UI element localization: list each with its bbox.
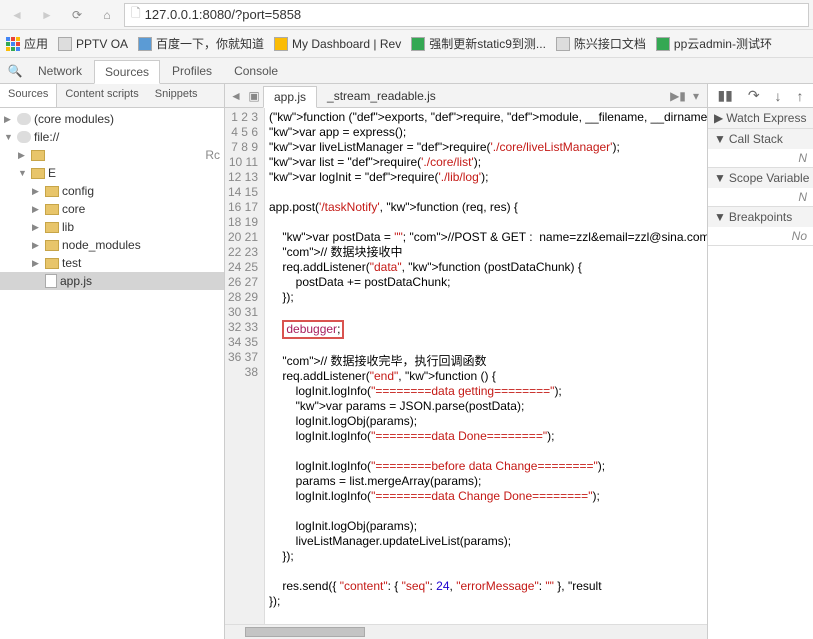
callstack-section: ▼Call Stack N — [708, 129, 813, 168]
more-icon[interactable]: ▾ — [687, 89, 705, 103]
nav-fwd-icon[interactable]: ▣ — [245, 89, 263, 103]
tab-profiles[interactable]: Profiles — [162, 60, 222, 82]
folder-icon — [31, 150, 45, 161]
watch-section: ▶Watch Express — [708, 108, 813, 129]
file-tab-appjs[interactable]: app.js — [263, 86, 317, 108]
tree-folder-node-modules[interactable]: ▶node_modules — [0, 236, 224, 254]
favicon — [556, 37, 570, 51]
breakpoints-section: ▼Breakpoints No — [708, 207, 813, 246]
apps-label: 应用 — [24, 35, 48, 52]
back-button[interactable]: ◄ — [4, 3, 30, 27]
bookmark-baidu[interactable]: 百度一下，你就知道 — [138, 35, 264, 52]
tree-file-root[interactable]: ▼file:// — [0, 128, 224, 146]
devtools-toolbar: 🔍 Network Sources Profiles Console — [0, 58, 813, 84]
file-tab-stream-readable[interactable]: _stream_readable.js — [317, 86, 446, 106]
favicon — [656, 37, 670, 51]
tree-file-appjs[interactable]: app.js — [0, 272, 224, 290]
reload-button[interactable]: ⟳ — [64, 3, 90, 27]
file-tabs: ◄ ▣ app.js _stream_readable.js ▶▮ ▾ — [225, 84, 707, 108]
line-gutter: 1 2 3 4 5 6 7 8 9 10 11 12 13 14 15 16 1… — [225, 108, 265, 624]
folder-icon — [45, 186, 59, 197]
tree-folder-lib[interactable]: ▶lib — [0, 218, 224, 236]
bookmark-pptv[interactable]: PPTV OA — [58, 37, 128, 51]
apps-button[interactable]: 应用 — [6, 35, 48, 52]
folder-icon — [31, 168, 45, 179]
favicon — [411, 37, 425, 51]
favicon — [274, 37, 288, 51]
cloud-icon — [17, 131, 31, 143]
step-into-icon[interactable]: ↓ — [775, 88, 782, 104]
favicon — [58, 37, 72, 51]
step-out-icon[interactable]: ↑ — [796, 88, 803, 104]
forward-button[interactable]: ► — [34, 3, 60, 27]
callstack-body: N — [708, 149, 813, 167]
step-over-icon[interactable]: ↷ — [748, 87, 760, 104]
code-content[interactable]: ("kw">function ("def">exports, "def">req… — [265, 108, 707, 624]
folder-icon — [45, 240, 59, 251]
folder-icon — [45, 204, 59, 215]
left-tabs: Sources Content scripts Snippets — [0, 84, 224, 108]
right-panel: ▮▮ ↷ ↓ ↑ ▶Watch Express ▼Call Stack N ▼S… — [707, 84, 813, 639]
scope-body: N — [708, 188, 813, 206]
page-icon: 🗋 — [131, 4, 141, 25]
bookmark-static9[interactable]: 强制更新static9到测... — [411, 35, 546, 52]
run-icon[interactable]: ▶▮ — [669, 89, 687, 103]
left-panel: Sources Content scripts Snippets ▶(core … — [0, 84, 225, 639]
search-icon[interactable]: 🔍 — [4, 61, 26, 81]
left-tab-sources[interactable]: Sources — [0, 84, 57, 107]
bookmark-dashboard[interactable]: My Dashboard | Rev — [274, 37, 401, 51]
tree-folder-blank[interactable]: ▶Rc — [0, 146, 224, 164]
url-text: 127.0.0.1:8080/?port=5858 — [145, 7, 802, 22]
bookmark-ppcloud[interactable]: pp云admin-测试环 — [656, 35, 772, 52]
tree-folder-test[interactable]: ▶test — [0, 254, 224, 272]
main-area: Sources Content scripts Snippets ▶(core … — [0, 84, 813, 639]
favicon — [138, 37, 152, 51]
bookmark-chenxing[interactable]: 陈兴接口文档 — [556, 35, 646, 52]
debug-toolbar: ▮▮ ↷ ↓ ↑ — [708, 84, 813, 108]
tree-folder-config[interactable]: ▶config — [0, 182, 224, 200]
scrollbar-thumb[interactable] — [245, 627, 365, 637]
tree-folder-core[interactable]: ▶core — [0, 200, 224, 218]
tab-console[interactable]: Console — [224, 60, 288, 82]
breakpoints-header[interactable]: ▼Breakpoints — [708, 207, 813, 227]
pause-icon[interactable]: ▮▮ — [717, 87, 732, 104]
cloud-icon — [17, 113, 31, 125]
center-panel: ◄ ▣ app.js _stream_readable.js ▶▮ ▾ 1 2 … — [225, 84, 707, 639]
apps-icon — [6, 37, 20, 51]
horizontal-scrollbar[interactable] — [225, 624, 707, 639]
tree-core-modules[interactable]: ▶(core modules) — [0, 110, 224, 128]
scope-section: ▼Scope Variable N — [708, 168, 813, 207]
file-icon — [45, 274, 57, 288]
left-tab-content-scripts[interactable]: Content scripts — [57, 84, 146, 107]
breakpoints-body: No — [708, 227, 813, 245]
watch-header[interactable]: ▶Watch Express — [708, 108, 813, 128]
folder-icon — [45, 258, 59, 269]
bookmarks-bar: 应用 PPTV OA 百度一下，你就知道 My Dashboard | Rev … — [0, 30, 813, 58]
browser-nav-bar: ◄ ► ⟳ ⌂ 🗋 127.0.0.1:8080/?port=5858 — [0, 0, 813, 30]
tab-network[interactable]: Network — [28, 60, 92, 82]
tab-sources[interactable]: Sources — [94, 60, 160, 84]
url-bar[interactable]: 🗋 127.0.0.1:8080/?port=5858 — [124, 3, 809, 27]
nav-back-icon[interactable]: ◄ — [227, 89, 245, 103]
file-tree: ▶(core modules) ▼file:// ▶Rc ▼E ▶config … — [0, 108, 224, 639]
folder-icon — [45, 222, 59, 233]
home-button[interactable]: ⌂ — [94, 3, 120, 27]
tree-folder-e[interactable]: ▼E — [0, 164, 224, 182]
scope-header[interactable]: ▼Scope Variable — [708, 168, 813, 188]
callstack-header[interactable]: ▼Call Stack — [708, 129, 813, 149]
code-editor[interactable]: 1 2 3 4 5 6 7 8 9 10 11 12 13 14 15 16 1… — [225, 108, 707, 624]
left-tab-snippets[interactable]: Snippets — [147, 84, 206, 107]
